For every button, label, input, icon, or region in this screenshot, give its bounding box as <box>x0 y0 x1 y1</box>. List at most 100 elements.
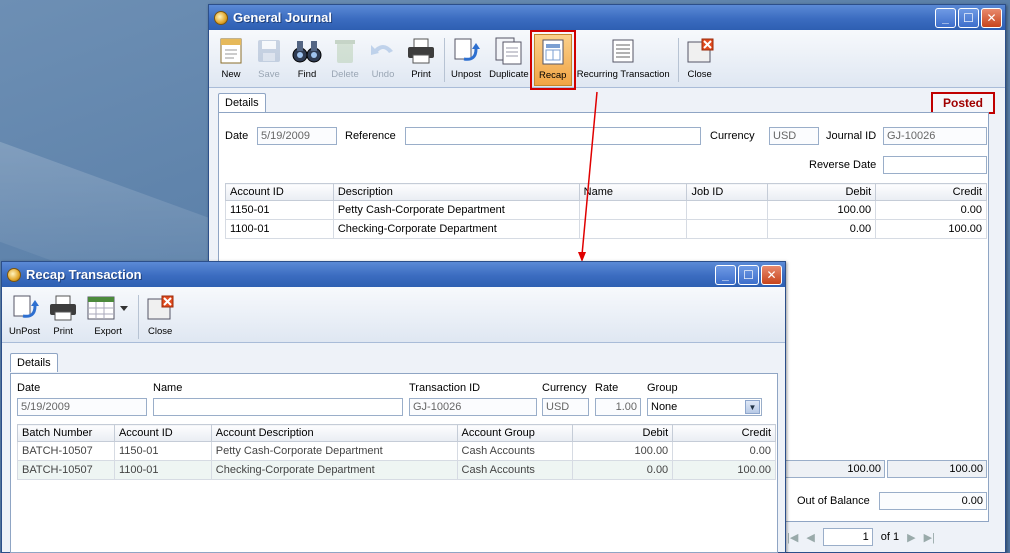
currency-field[interactable]: USD <box>769 127 819 145</box>
journal-id-field[interactable]: GJ-10026 <box>883 127 987 145</box>
date-field[interactable]: 5/19/2009 <box>257 127 337 145</box>
recap-titlebar[interactable]: Recap Transaction _ ☐ ✕ <box>2 262 785 287</box>
cell-account-id[interactable]: 1100-01 <box>225 219 334 239</box>
close-button[interactable]: Close <box>142 291 178 343</box>
find-button[interactable]: Find <box>289 34 325 86</box>
journal-lines-table[interactable]: Account ID Description Name Job ID Debit… <box>225 183 987 239</box>
journal-id-label: Journal ID <box>826 130 877 142</box>
cell-debit[interactable]: 100.00 <box>767 200 877 220</box>
status-badge: Posted <box>931 92 996 114</box>
printer-icon <box>48 293 78 323</box>
reference-field[interactable] <box>405 127 701 145</box>
column-header[interactable]: Credit <box>672 424 776 442</box>
column-header[interactable]: Account Description <box>210 424 458 442</box>
cell-name[interactable] <box>578 200 688 220</box>
tab-details[interactable]: Details <box>218 93 266 112</box>
cell-debit[interactable]: 0.00 <box>767 219 877 239</box>
column-header[interactable]: Account ID <box>113 424 212 442</box>
cell-description[interactable]: Petty Cash-Corporate Department <box>332 200 580 220</box>
date-label: Date <box>225 130 249 142</box>
new-doc-icon <box>216 36 246 66</box>
currency-field[interactable]: USD <box>542 398 589 416</box>
cell-debit[interactable]: 0.00 <box>572 460 674 480</box>
new-button[interactable]: New <box>213 34 249 86</box>
cell-credit[interactable]: 0.00 <box>672 441 776 461</box>
column-header[interactable]: Credit <box>875 183 987 201</box>
maximize-button[interactable]: ☐ <box>738 264 759 285</box>
toolbar-separator <box>138 295 140 339</box>
close-button[interactable]: Close <box>682 34 718 86</box>
cell-account-group[interactable]: Cash Accounts <box>456 441 574 461</box>
reverse-date-field[interactable] <box>883 156 987 174</box>
unpost-button[interactable]: UnPost <box>6 291 43 343</box>
print-button[interactable]: Print <box>403 34 439 86</box>
minimize-button[interactable]: _ <box>715 264 736 285</box>
cell-name[interactable] <box>578 219 688 239</box>
toolbar-separator <box>444 38 445 82</box>
cell-batch-number[interactable]: BATCH-10507 <box>17 460 115 480</box>
column-header[interactable]: Account ID <box>225 183 334 201</box>
cell-account-id[interactable]: 1150-01 <box>113 441 212 461</box>
minimize-button[interactable]: _ <box>935 7 956 28</box>
column-header[interactable]: Description <box>332 183 580 201</box>
recurring-icon <box>608 36 638 66</box>
unpost-button[interactable]: Unpost <box>448 34 484 86</box>
column-header[interactable]: Batch Number <box>17 424 115 442</box>
table-row[interactable]: BATCH-10507 1100-01 Checking-Corporate D… <box>17 460 776 480</box>
cell-account-id[interactable]: 1100-01 <box>113 460 212 480</box>
cell-account-id[interactable]: 1150-01 <box>225 200 334 220</box>
maximize-button[interactable]: ☐ <box>958 7 979 28</box>
recap-button[interactable]: Recap <box>529 30 576 90</box>
column-header[interactable]: Job ID <box>686 183 769 201</box>
close-window-button[interactable]: ✕ <box>761 264 782 285</box>
unpost-icon <box>451 36 481 66</box>
first-page-icon[interactable]: |◀ <box>787 531 798 544</box>
duplicate-button[interactable]: Duplicate <box>486 34 532 86</box>
cell-account-group[interactable]: Cash Accounts <box>456 460 574 480</box>
name-field[interactable] <box>153 398 403 416</box>
table-row[interactable]: 1100-01 Checking-Corporate Department 0.… <box>225 219 987 239</box>
undo-button[interactable]: Undo <box>365 34 401 86</box>
page-number-input[interactable]: 1 <box>822 528 873 546</box>
transaction-id-label: Transaction ID <box>409 382 481 394</box>
tab-details[interactable]: Details <box>10 353 58 372</box>
page-count: of 1 <box>880 531 900 543</box>
unpost-icon <box>10 293 40 323</box>
save-button[interactable]: Save <box>251 34 287 86</box>
chevron-down-icon[interactable]: ▼ <box>745 400 760 414</box>
last-page-icon[interactable]: ▶| <box>924 531 935 544</box>
cell-credit[interactable]: 0.00 <box>875 200 987 220</box>
cell-job-id[interactable] <box>686 200 769 220</box>
delete-button[interactable]: Delete <box>327 34 363 86</box>
cell-batch-number[interactable]: BATCH-10507 <box>17 441 115 461</box>
general-journal-titlebar[interactable]: General Journal _ ☐ ✕ <box>209 5 1005 30</box>
close-window-button[interactable]: ✕ <box>981 7 1002 28</box>
cell-job-id[interactable] <box>686 219 769 239</box>
prev-page-icon[interactable]: ◀ <box>806 531 814 544</box>
date-field[interactable]: 5/19/2009 <box>17 398 147 416</box>
table-row[interactable]: 1150-01 Petty Cash-Corporate Department … <box>225 200 987 220</box>
column-header[interactable]: Account Group <box>456 424 574 442</box>
group-selected-value: None <box>651 401 678 413</box>
currency-label: Currency <box>710 130 755 142</box>
recurring-transaction-button[interactable]: Recurring Transaction <box>574 34 673 86</box>
table-row[interactable]: BATCH-10507 1150-01 Petty Cash-Corporate… <box>17 441 776 461</box>
column-header[interactable]: Debit <box>572 424 674 442</box>
group-select[interactable]: None ▼ <box>647 398 762 416</box>
cell-credit[interactable]: 100.00 <box>875 219 987 239</box>
column-header[interactable]: Name <box>578 183 688 201</box>
recap-lines-table[interactable]: Batch Number Account ID Account Descript… <box>17 424 776 480</box>
cell-debit[interactable]: 100.00 <box>572 441 674 461</box>
cell-account-description[interactable]: Checking-Corporate Department <box>210 460 458 480</box>
column-header[interactable]: Debit <box>767 183 877 201</box>
reverse-date-label: Reverse Date <box>809 159 877 171</box>
export-button[interactable]: Export <box>83 291 133 343</box>
cell-account-description[interactable]: Petty Cash-Corporate Department <box>210 441 458 461</box>
next-page-icon[interactable]: ▶ <box>907 531 915 544</box>
transaction-id-field[interactable]: GJ-10026 <box>409 398 537 416</box>
rate-field[interactable]: 1.00 <box>595 398 641 416</box>
recycle-bin-icon <box>330 36 360 66</box>
cell-credit[interactable]: 100.00 <box>672 460 776 480</box>
print-button[interactable]: Print <box>45 291 81 343</box>
cell-description[interactable]: Checking-Corporate Department <box>332 219 580 239</box>
